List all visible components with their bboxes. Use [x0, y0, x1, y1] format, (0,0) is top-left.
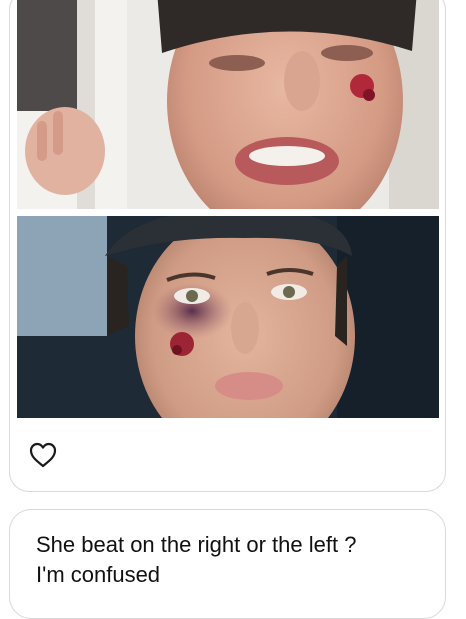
- comment-line-1: She beat on the right or the left ?: [36, 532, 357, 557]
- photo-injured-face: [17, 216, 439, 418]
- photo-selfie-face: [17, 0, 439, 209]
- shared-post-card[interactable]: [9, 0, 446, 492]
- post-photo-bottom[interactable]: [17, 216, 439, 418]
- post-photo-top[interactable]: [17, 0, 439, 209]
- heart-outline-icon: [29, 442, 57, 468]
- comment-line-2: I'm confused: [36, 562, 161, 587]
- comment-bubble: She beat on the right or the left ? I'm …: [9, 509, 446, 619]
- like-button[interactable]: [26, 438, 60, 472]
